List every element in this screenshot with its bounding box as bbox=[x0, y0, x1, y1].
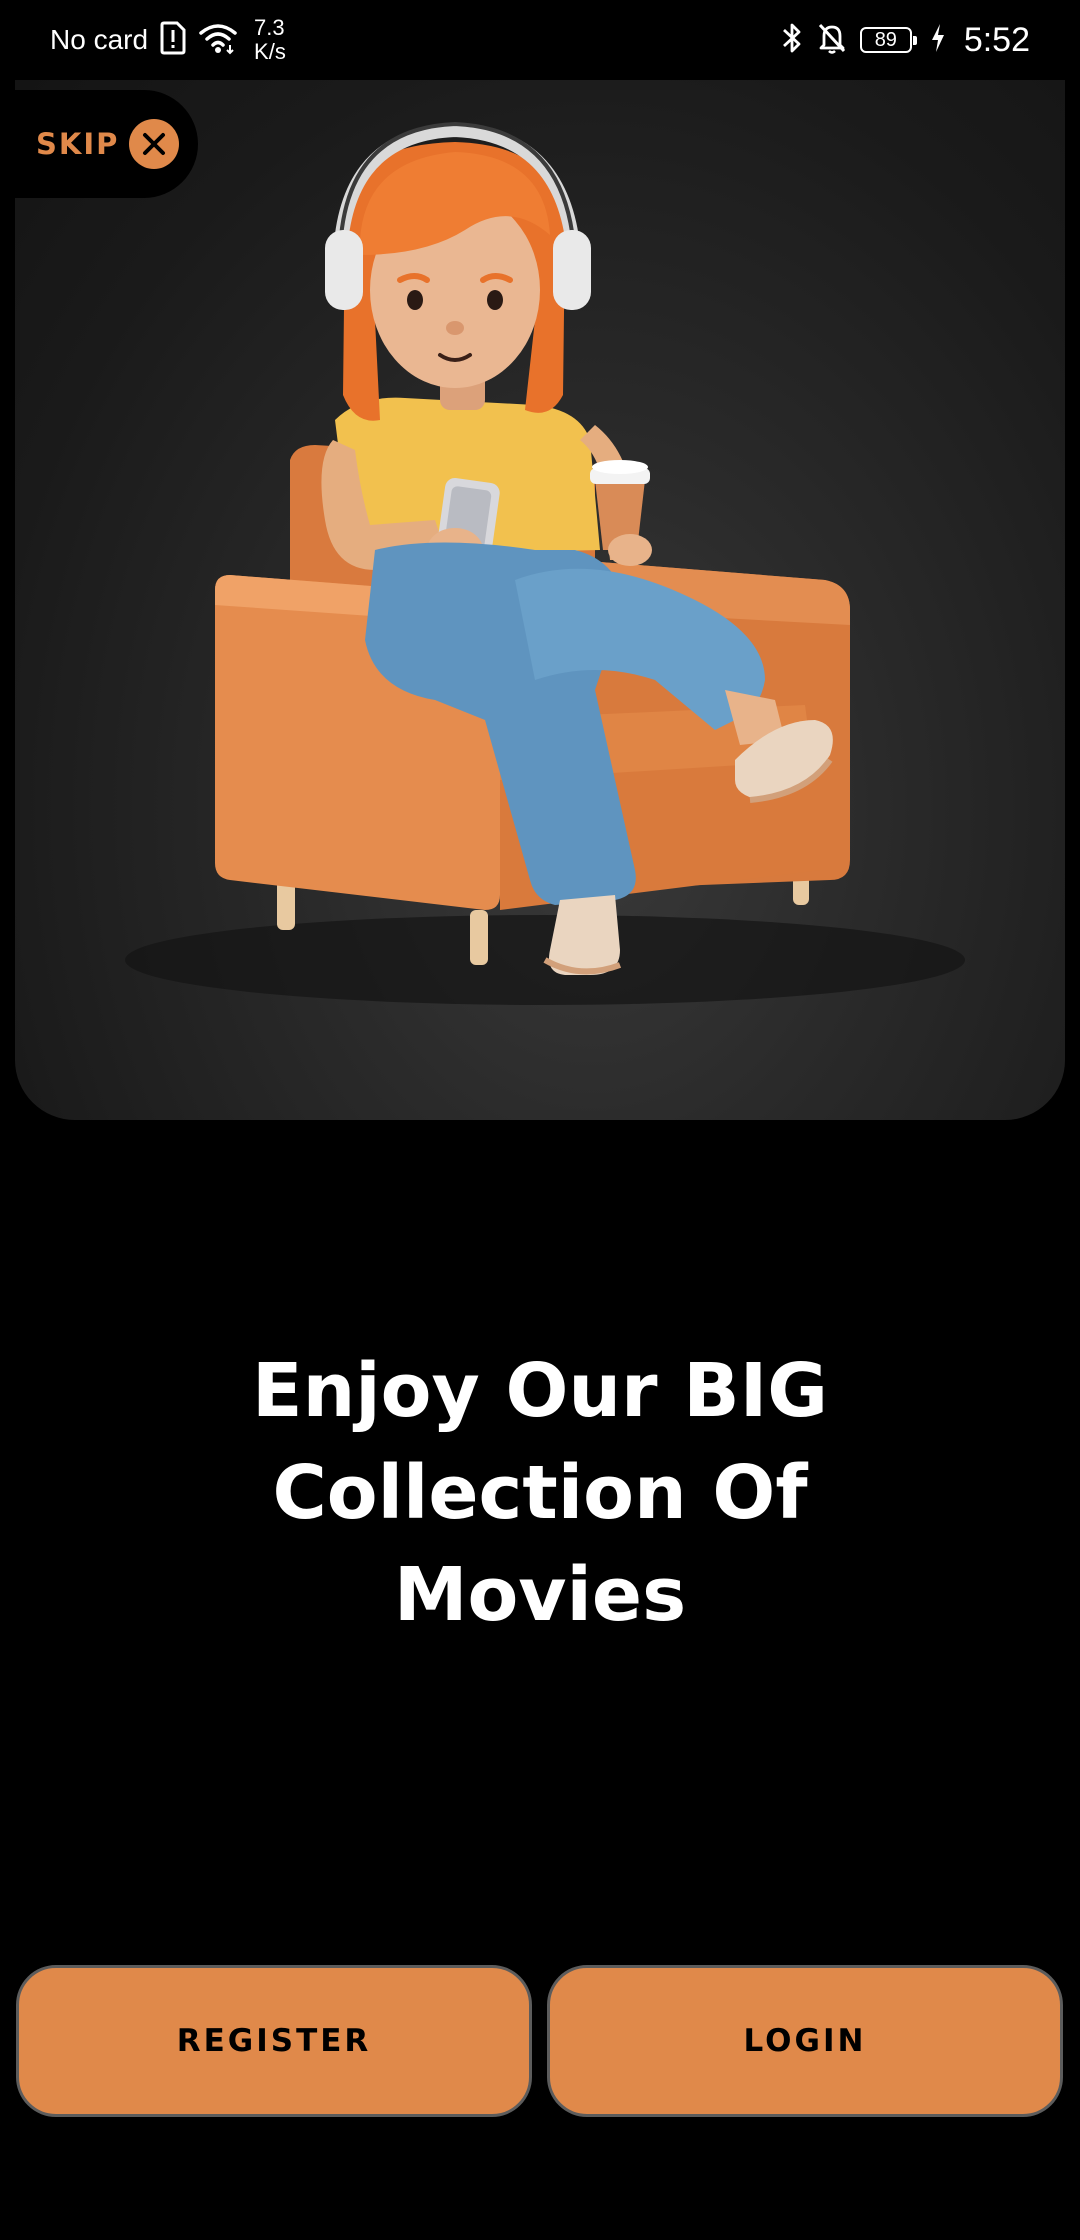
login-button[interactable]: LOGIN bbox=[547, 1965, 1063, 2117]
bluetooth-icon bbox=[780, 21, 804, 60]
close-icon bbox=[129, 119, 180, 169]
clock: 5:52 bbox=[963, 20, 1030, 59]
carrier-text: No card bbox=[50, 24, 149, 55]
charging-icon bbox=[930, 23, 946, 58]
register-button[interactable]: REGISTER bbox=[16, 1965, 532, 2117]
network-speed: 7.3 K/s bbox=[254, 16, 286, 64]
onboarding-headline: Enjoy Our BIG Collection Of Movies bbox=[40, 1340, 1040, 1646]
skip-button[interactable]: SKIP bbox=[0, 90, 198, 198]
hero-illustration bbox=[15, 80, 1065, 1120]
speed-unit: K/s bbox=[254, 39, 286, 64]
headline-line-2: Movies bbox=[393, 1552, 687, 1638]
speed-value: 7.3 bbox=[254, 15, 285, 40]
headline-line-1: Enjoy Our BIG Collection Of bbox=[252, 1348, 828, 1536]
wifi-icon bbox=[198, 21, 238, 60]
status-right: 89 5:52 bbox=[780, 21, 1030, 60]
status-left: No card 7.3 K/s bbox=[50, 16, 286, 64]
skip-label: SKIP bbox=[36, 127, 120, 161]
battery-indicator: 89 bbox=[859, 27, 917, 53]
sim-alert-icon bbox=[160, 21, 186, 60]
status-bar: No card 7.3 K/s 89 5:52 bbox=[0, 0, 1080, 80]
woman-in-armchair-illustration bbox=[125, 121, 965, 1005]
bell-muted-icon bbox=[816, 21, 848, 60]
